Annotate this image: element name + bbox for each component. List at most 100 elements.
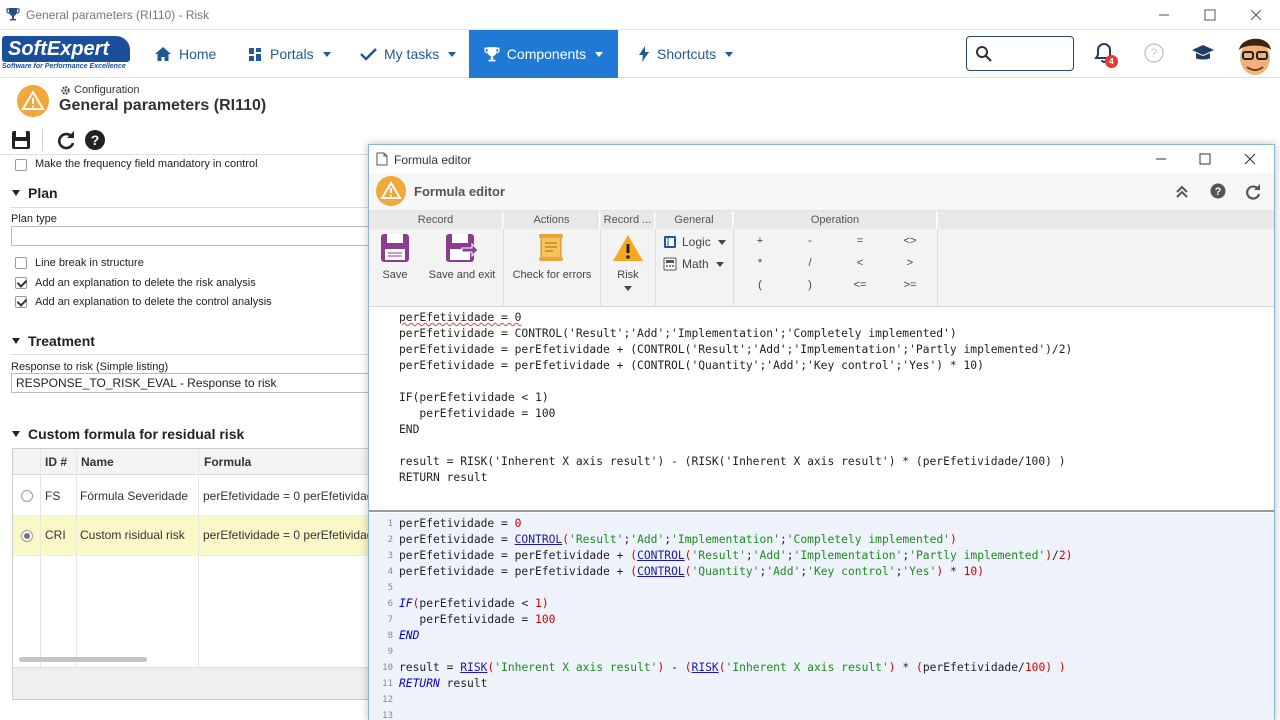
row-id: CRI: [45, 528, 66, 542]
window-title: General parameters (RI110) - Risk: [26, 8, 210, 22]
nav-portals[interactable]: Portals: [238, 30, 341, 78]
response-to-risk-field[interactable]: RESPONSE_TO_RISK_EVAL - Response to risk: [11, 373, 368, 393]
chevron-down-icon: [717, 239, 726, 245]
nav-shortcuts[interactable]: Shortcuts: [628, 30, 743, 78]
operator-multiply-button[interactable]: *: [750, 257, 770, 269]
horizontal-scrollbar[interactable]: [19, 657, 147, 662]
operator-not-equal-button[interactable]: <>: [900, 235, 920, 247]
grid-header-id[interactable]: ID #: [41, 449, 77, 475]
treatment-section-header[interactable]: Treatment: [12, 333, 95, 349]
ribbon-group-actions: Actions: [504, 211, 600, 229]
ribbon-group-record-more: Record ...: [601, 211, 655, 229]
operator-less-than-button[interactable]: <: [850, 257, 870, 269]
maximize-icon[interactable]: [1200, 6, 1220, 24]
save-and-exit-button[interactable]: Save and exit: [427, 233, 497, 281]
row-id: FS: [45, 489, 61, 503]
plan-section-header[interactable]: Plan: [12, 185, 58, 201]
calculator-icon: [663, 257, 677, 271]
row-formula: perEfetividade = 0 perEfetividade: [203, 528, 368, 542]
table-row[interactable]: CRI Custom risidual risk perEfetividade …: [13, 516, 368, 556]
line-number: 4: [387, 567, 393, 577]
line-break-checkbox[interactable]: [15, 257, 27, 269]
svg-text:?: ?: [1151, 46, 1158, 60]
highlighted-code-line: perEfetividade = CONTROL('Result';'Add';…: [399, 533, 957, 546]
formula-highlighted-editor[interactable]: 1 2 3 4 5 6 7 8 9 10 11 12 13 perEfetivi…: [369, 513, 1274, 720]
nav-home[interactable]: Home: [144, 30, 226, 78]
softexpert-logo[interactable]: SoftExpert Software for Performance Exce…: [2, 36, 130, 74]
top-navigation: Home Portals My tasks Components Shortcu…: [0, 30, 1280, 78]
grid-header-name[interactable]: Name: [77, 449, 199, 475]
operator-open-paren-button[interactable]: (: [750, 279, 770, 291]
highlighted-code-line: RETURN result: [399, 677, 488, 690]
save-button[interactable]: Save: [377, 233, 413, 281]
custom-formula-section-title: Custom formula for residual risk: [28, 426, 245, 442]
nav-portals-label: Portals: [270, 46, 314, 62]
logic-dropdown[interactable]: Logic: [663, 235, 726, 249]
save-icon[interactable]: [10, 129, 32, 151]
formula-text-editor[interactable]: perEfetividade = 0 perEfetividade = CONT…: [369, 307, 1274, 512]
ribbon-divider: [503, 229, 504, 307]
highlighted-code-line: perEfetividade = 0: [399, 517, 522, 530]
check-for-errors-label: Check for errors: [512, 269, 592, 281]
formula-editor-dialog: Formula editor Formula editor ? Record A…: [368, 144, 1275, 720]
operator-plus-button[interactable]: +: [750, 235, 770, 247]
table-row[interactable]: FS Fórmula Severidade perEfetividade = 0…: [13, 476, 368, 516]
line-break-label: Line break in structure: [35, 257, 144, 269]
line-number: 11: [382, 679, 393, 689]
formula-ribbon: Record Actions Record ... General Operat…: [369, 211, 1274, 307]
operator-equals-button[interactable]: =: [850, 235, 870, 247]
operator-greater-than-button[interactable]: >: [900, 257, 920, 269]
check-for-errors-button[interactable]: Check for errors: [511, 233, 593, 281]
close-icon[interactable]: [1246, 6, 1266, 24]
operator-divide-button[interactable]: /: [800, 257, 820, 269]
window-titlebar: General parameters (RI110) - Risk: [0, 0, 1280, 30]
maximize-icon[interactable]: [1195, 151, 1215, 167]
document-icon: [376, 152, 388, 166]
graduation-cap-icon[interactable]: [1191, 43, 1215, 63]
collapse-icon: [12, 190, 20, 196]
operator-close-paren-button[interactable]: ): [800, 279, 820, 291]
risk-button[interactable]: Risk: [609, 233, 647, 291]
trophy-icon: [6, 7, 20, 21]
help-icon[interactable]: ?: [1143, 42, 1165, 64]
frequency-mandatory-checkbox[interactable]: [15, 159, 27, 171]
avatar[interactable]: [1234, 32, 1276, 76]
nav-home-label: Home: [179, 46, 217, 62]
row-name: Fórmula Severidade: [80, 489, 189, 503]
grid-header-formula[interactable]: Formula: [199, 449, 368, 475]
code-line: END: [399, 423, 420, 436]
nav-components[interactable]: Components: [469, 30, 618, 78]
minimize-icon[interactable]: [1154, 6, 1174, 24]
line-number: 8: [387, 631, 393, 641]
warning-icon: [376, 176, 406, 206]
risk-analysis-explanation-label: Add an explanation to delete the risk an…: [35, 277, 256, 289]
home-icon: [154, 46, 172, 62]
math-dropdown[interactable]: Math: [663, 257, 724, 271]
search-input[interactable]: [966, 36, 1074, 71]
operator-less-equal-button[interactable]: <=: [850, 279, 870, 291]
operator-minus-button[interactable]: -: [800, 235, 820, 247]
help-icon[interactable]: ?: [1210, 183, 1226, 199]
breadcrumb: Configuration: [60, 84, 139, 96]
refresh-icon[interactable]: [55, 129, 77, 151]
plan-type-field[interactable]: [11, 226, 368, 246]
refresh-icon[interactable]: [1244, 183, 1262, 201]
row-select-radio[interactable]: [21, 530, 33, 542]
treatment-section-title: Treatment: [28, 333, 95, 349]
divider: [10, 207, 368, 208]
ribbon-divider: [733, 229, 734, 307]
nav-my-tasks[interactable]: My tasks: [350, 30, 466, 78]
response-to-risk-label: Response to risk (Simple listing): [11, 361, 169, 373]
close-icon[interactable]: [1240, 151, 1260, 167]
operator-greater-equal-button[interactable]: >=: [900, 279, 920, 291]
logo-text: SoftExpert: [2, 36, 130, 62]
minimize-icon[interactable]: [1151, 151, 1171, 167]
risk-analysis-explanation-checkbox[interactable]: [15, 277, 27, 289]
control-analysis-explanation-checkbox[interactable]: [15, 296, 27, 308]
plan-type-label: Plan type: [11, 213, 57, 225]
control-analysis-explanation-label: Add an explanation to delete the control…: [35, 296, 272, 308]
help-icon[interactable]: ?: [84, 129, 106, 151]
collapse-up-icon[interactable]: [1175, 184, 1189, 200]
row-select-radio[interactable]: [21, 490, 33, 502]
custom-formula-section-header[interactable]: Custom formula for residual risk: [12, 426, 244, 442]
